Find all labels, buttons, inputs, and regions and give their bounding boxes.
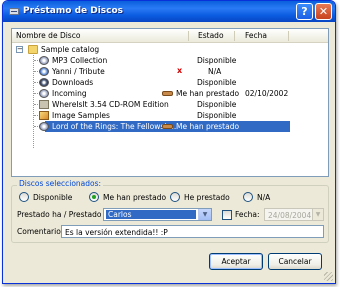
radio-circle[interactable]	[170, 192, 180, 202]
radio-circle[interactable]	[243, 192, 253, 202]
cancel-button[interactable]: Cancelar	[268, 253, 322, 270]
disc-name: MP3 Collection	[52, 56, 108, 65]
disc-status: Disponible	[197, 111, 237, 120]
disc-name: Lord of the Rings: The Fellowsh...	[52, 122, 177, 131]
column-divider[interactable]	[188, 31, 189, 41]
unavailable-icon: x	[177, 66, 183, 75]
column-header-name[interactable]: Nombre de Disco	[16, 31, 80, 40]
lent-label: Prestado ha / Prestado de:	[17, 210, 116, 219]
catalog-folder-icon	[28, 45, 38, 54]
list-item[interactable]: WhereIsIt 3.54 CD-ROM Edition Disponible	[12, 99, 328, 110]
disc-icon	[39, 56, 49, 65]
title-bar[interactable]: Préstamo de Discos ? ✕	[3, 1, 335, 22]
accept-button[interactable]: Aceptar	[209, 253, 263, 270]
window-title: Préstamo de Discos	[23, 6, 124, 16]
list-header: Nombre de Disco Estado Fecha	[12, 29, 328, 43]
radio-label: N/A	[257, 193, 271, 202]
catalog-name: Sample catalog	[41, 45, 100, 54]
borrowed-icon	[162, 124, 173, 129]
borrowed-icon	[162, 91, 173, 96]
disc-status: Disponible	[197, 56, 237, 65]
disc-status: Disponible	[197, 100, 237, 109]
radio-circle[interactable]	[19, 192, 29, 202]
list-item[interactable]: Downloads Disponible	[12, 77, 328, 88]
disc-status: Me han prestado	[176, 122, 240, 131]
dialog-window: Préstamo de Discos ? ✕ Nombre de Disco E…	[2, 0, 336, 284]
close-button[interactable]: ✕	[315, 3, 332, 20]
column-header-date[interactable]: Fecha	[245, 31, 267, 40]
list-item[interactable]: Yanni / Tribute x N/A	[12, 66, 328, 77]
disc-name: Image Samples	[52, 111, 110, 120]
date-checkbox[interactable]	[222, 210, 232, 220]
date-value: 24/08/2004	[268, 211, 312, 220]
comments-value: Es la versión extendida!! :P	[65, 228, 168, 237]
date-label: Fecha:	[235, 210, 260, 219]
disc-icon	[39, 89, 49, 98]
help-button[interactable]: ?	[296, 3, 313, 20]
disc-name: Downloads	[52, 78, 94, 87]
disc-icon	[39, 122, 49, 131]
comments-label: Comentarios:	[17, 227, 68, 236]
disc-icon	[39, 67, 49, 76]
radio-circle-checked[interactable]	[89, 192, 99, 202]
list-item-selected[interactable]: Lord of the Rings: The Fellowsh... Me ha…	[12, 121, 328, 132]
disc-status: Disponible	[197, 78, 237, 87]
comments-field[interactable]: Es la versión extendida!! :P	[61, 225, 324, 238]
disc-name: Yanni / Tribute	[52, 67, 105, 76]
list-item[interactable]: MP3 Collection Disponible	[12, 55, 328, 66]
column-header-status[interactable]: Estado	[198, 31, 224, 40]
lent-person-combo[interactable]: Carlos ▼	[103, 208, 212, 221]
image-icon	[39, 111, 49, 120]
software-box-icon	[39, 100, 49, 109]
app-icon	[9, 8, 19, 15]
disc-icon	[39, 78, 49, 87]
disc-date: 02/10/2002	[245, 89, 289, 98]
column-divider[interactable]	[234, 31, 235, 41]
radio-label: Disponible	[33, 193, 73, 202]
collapse-icon[interactable]: −	[16, 46, 23, 53]
resize-grip-icon[interactable]	[324, 272, 333, 281]
radio-label: He prestado	[184, 193, 230, 202]
chevron-down-icon[interactable]: ▼	[312, 209, 323, 220]
disc-status: N/A	[208, 67, 222, 76]
list-item[interactable]: Image Samples Disponible	[12, 110, 328, 121]
chevron-down-icon[interactable]: ▼	[198, 209, 211, 220]
lent-person-value: Carlos	[106, 210, 196, 219]
column-divider[interactable]	[288, 31, 289, 41]
list-item[interactable]: Incoming Me han prestado 02/10/2002	[12, 88, 328, 99]
tree-root-row[interactable]: − Sample catalog	[12, 44, 328, 55]
disc-list[interactable]: Nombre de Disco Estado Fecha − Sample ca…	[11, 28, 329, 177]
disc-name: Incoming	[52, 89, 87, 98]
radio-label: Me han prestado	[103, 193, 167, 202]
disc-name: WhereIsIt 3.54 CD-ROM Edition	[52, 100, 169, 109]
disc-status: Me han prestado	[176, 89, 240, 98]
date-picker[interactable]: 24/08/2004 ▼	[264, 208, 324, 221]
group-legend: Discos seleccionados:	[17, 179, 104, 188]
